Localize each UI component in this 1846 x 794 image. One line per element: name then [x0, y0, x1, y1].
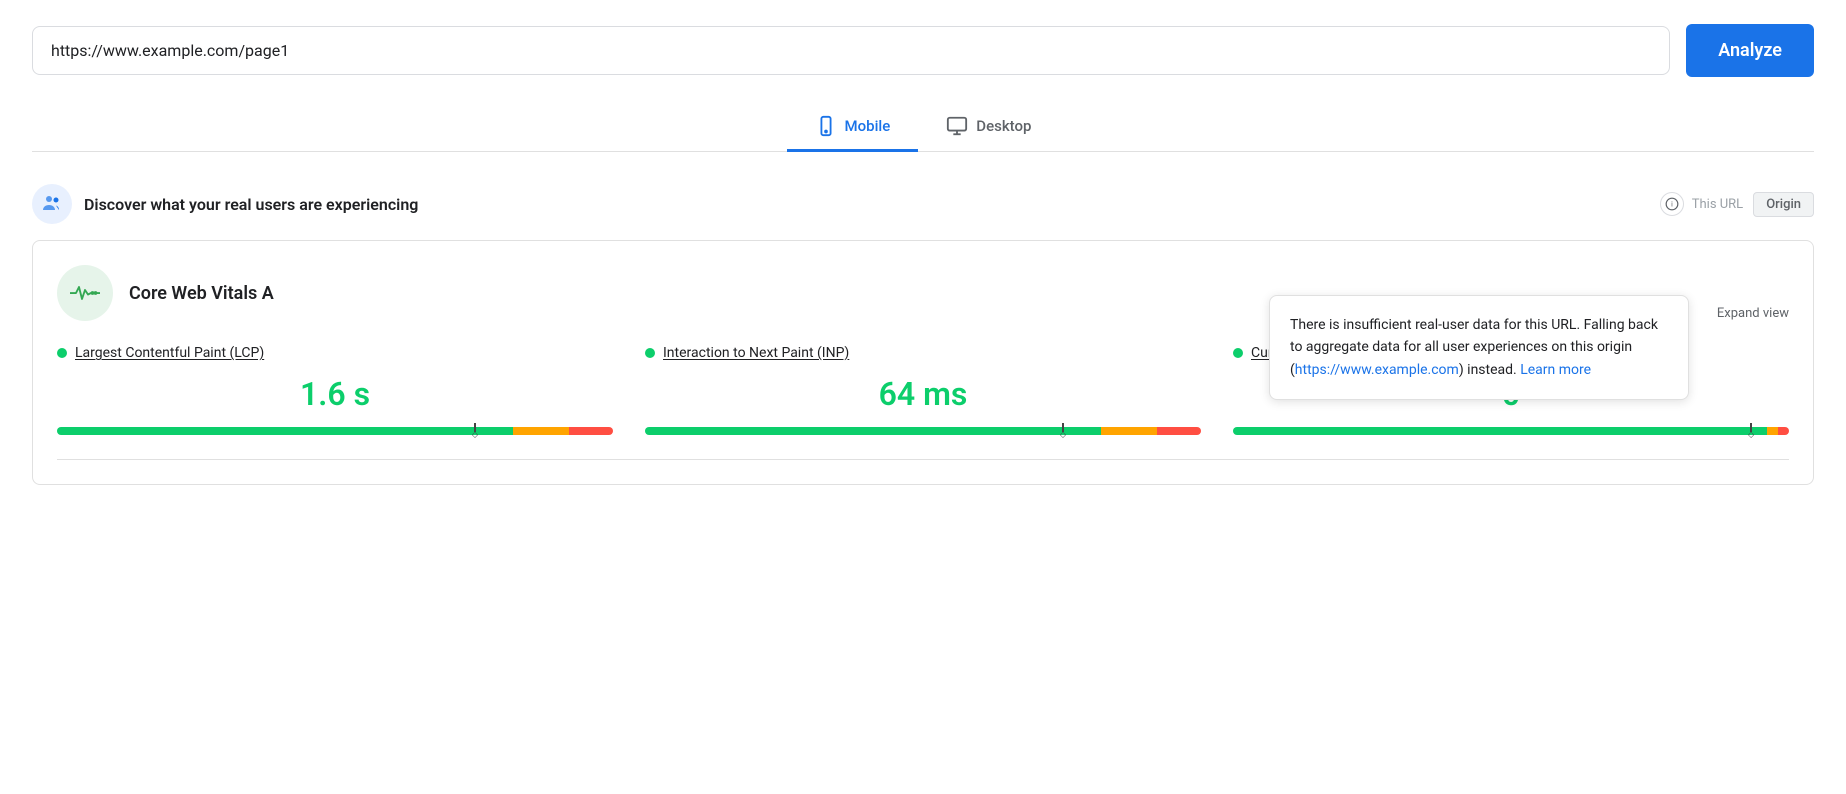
cwv-title: Core Web Vitals A [129, 283, 274, 304]
cls-status-dot [1233, 348, 1243, 358]
main-card: Core Web Vitals A There is insufficient … [32, 240, 1814, 485]
cls-bar-red [1778, 427, 1789, 435]
tabs-row: Mobile Desktop [32, 105, 1814, 152]
inp-progress-bar [645, 427, 1201, 435]
card-divider [57, 459, 1789, 460]
cwv-header: Core Web Vitals A There is insufficient … [57, 265, 1789, 321]
url-input[interactable] [51, 41, 1651, 60]
metric-inp: Interaction to Next Paint (INP) 64 ms [645, 345, 1201, 435]
lcp-bar-indicator [474, 423, 476, 439]
section-icon [32, 184, 72, 224]
metric-lcp-label-row: Largest Contentful Paint (LCP) [57, 345, 613, 361]
users-icon [40, 192, 64, 216]
metric-lcp: Largest Contentful Paint (LCP) 1.6 s [57, 345, 613, 435]
tab-desktop-label: Desktop [976, 117, 1031, 135]
tab-mobile-label: Mobile [845, 117, 891, 135]
section-title: Discover what your real users are experi… [84, 195, 418, 214]
cls-bar-green [1233, 427, 1767, 435]
lcp-label-link[interactable]: Largest Contentful Paint (LCP) [75, 345, 264, 361]
info-icon[interactable]: i [1660, 192, 1684, 216]
analyze-button[interactable]: Analyze [1686, 24, 1814, 77]
cls-progress-bar [1233, 427, 1789, 435]
tooltip-box: There is insufficient real-user data for… [1269, 295, 1689, 400]
inp-bar-green [645, 427, 1101, 435]
tab-desktop[interactable]: Desktop [918, 105, 1059, 152]
inp-bar-orange [1101, 427, 1157, 435]
mobile-icon [815, 115, 837, 137]
url-input-wrapper [32, 26, 1670, 75]
inp-value: 64 ms [645, 367, 1201, 421]
vitals-icon [70, 281, 100, 305]
tooltip-origin-link[interactable]: https://www.example.com [1295, 362, 1459, 378]
cwv-icon-wrap [57, 265, 113, 321]
this-url-label: This URL [1692, 197, 1743, 212]
lcp-value: 1.6 s [57, 367, 613, 421]
tooltip-text-part2: ) instead. [1459, 362, 1520, 378]
tab-mobile[interactable]: Mobile [787, 105, 919, 152]
inp-status-dot [645, 348, 655, 358]
cls-bar-indicator [1750, 423, 1752, 439]
metric-inp-label-row: Interaction to Next Paint (INP) [645, 345, 1201, 361]
origin-toggle-button[interactable]: Origin [1753, 192, 1814, 217]
inp-bar-indicator [1062, 423, 1064, 439]
lcp-progress-bar [57, 427, 613, 435]
svg-text:i: i [1671, 200, 1673, 208]
lcp-status-dot [57, 348, 67, 358]
section-title-group: Discover what your real users are experi… [32, 184, 418, 224]
expand-view-button[interactable]: Expand view [1717, 306, 1789, 321]
inp-label-link[interactable]: Interaction to Next Paint (INP) [663, 345, 849, 361]
url-bar-row: Analyze [32, 24, 1814, 77]
inp-bar-red [1157, 427, 1201, 435]
url-origin-toggle: i This URL Origin [1660, 192, 1814, 217]
lcp-bar-green [57, 427, 513, 435]
cls-bar-orange [1767, 427, 1778, 435]
lcp-bar-orange [513, 427, 569, 435]
desktop-icon [946, 115, 968, 137]
tooltip-learn-more-link[interactable]: Learn more [1520, 362, 1591, 378]
section-header: Discover what your real users are experi… [32, 184, 1814, 224]
lcp-bar-red [569, 427, 613, 435]
